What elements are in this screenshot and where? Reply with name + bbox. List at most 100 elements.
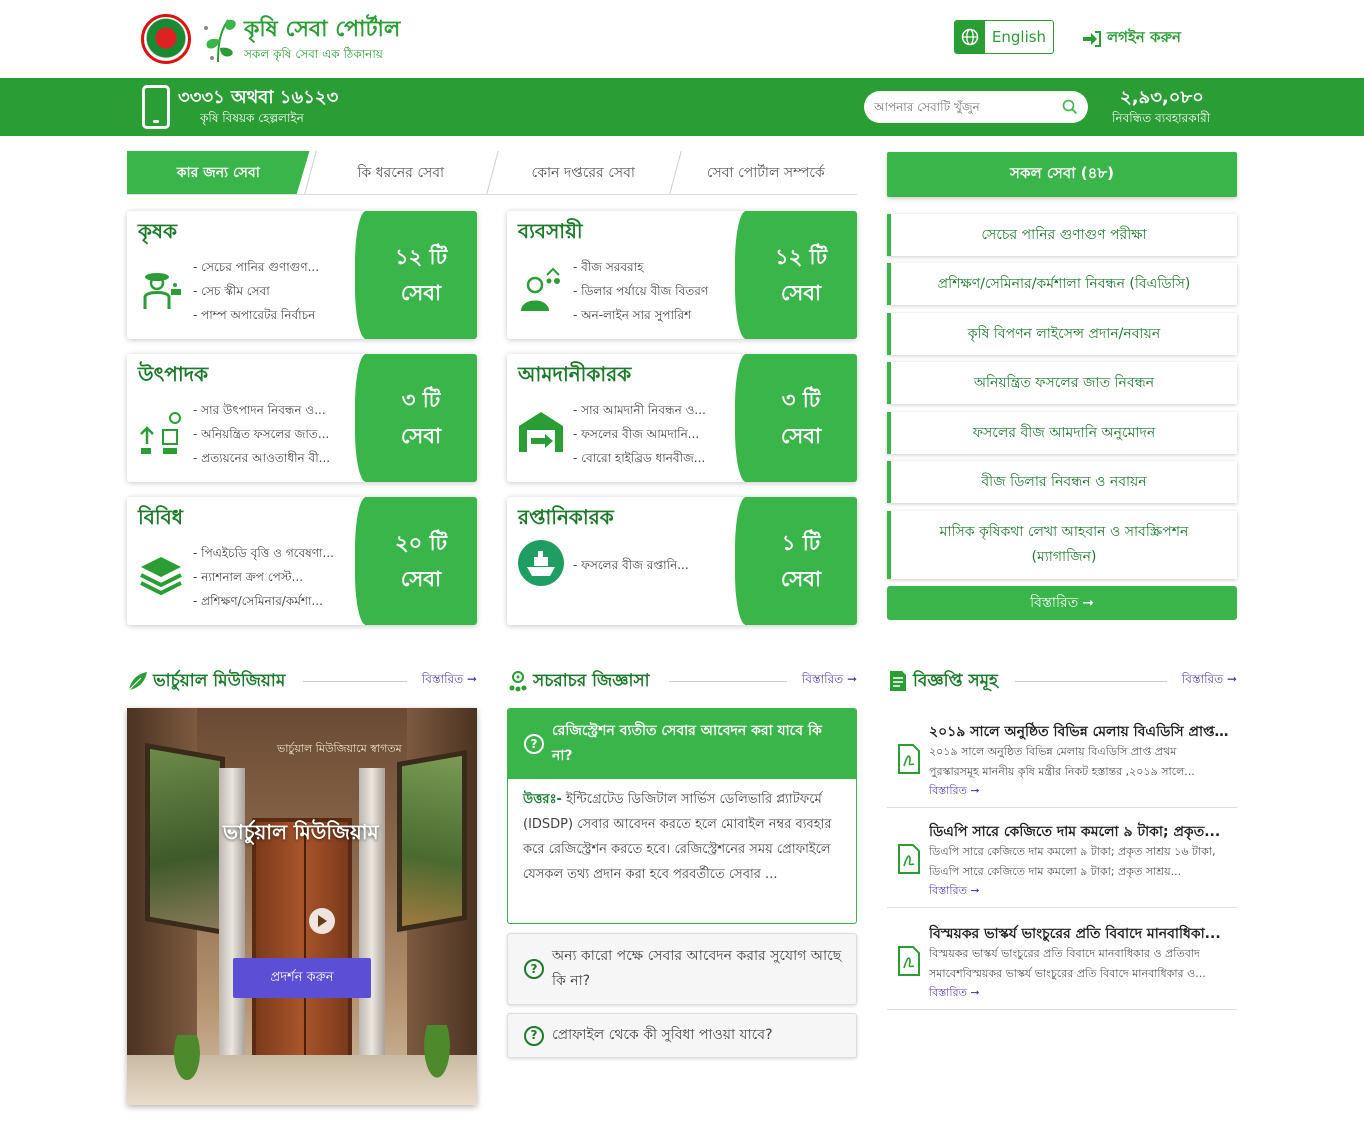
section-more-link[interactable]: বিস্তারিত ➞ bbox=[802, 671, 857, 691]
section-divider bbox=[303, 681, 407, 682]
list-item[interactable]: অনিয়ন্ত্রিত ফসলের জাত... bbox=[193, 422, 363, 446]
category-card-farmer[interactable]: কৃষক সেচের পানির গুণাগুণ... সেচ স্কীম সে… bbox=[127, 211, 477, 339]
section-more-link[interactable]: বিস্তারিত ➞ bbox=[1182, 671, 1237, 691]
notice-more-link[interactable]: বিস্তারিত ➞ bbox=[929, 882, 980, 901]
faq-item[interactable]: ? অন্য কারো পক্ষে সেবার আবেদন করার সুযোগ… bbox=[507, 933, 857, 1005]
notice-title[interactable]: ২০১৯ সালে অনুষ্ঠিত বিভিন্ন মেলায় বিএডিস… bbox=[929, 720, 1229, 744]
list-item[interactable]: সেচের পানির গুণাগুণ... bbox=[193, 255, 363, 279]
service-unit: সেবা bbox=[780, 281, 822, 305]
tab-service-type[interactable]: কি ধরনের সেবা bbox=[309, 151, 492, 194]
layers-icon bbox=[140, 557, 182, 596]
service-count-badge[interactable]: ১২ টি সেবা bbox=[355, 211, 477, 339]
all-services-header[interactable]: সকল সেবা (৪৮) bbox=[887, 152, 1237, 197]
site-title[interactable]: কৃষি সেবা পোর্টাল bbox=[244, 12, 400, 49]
question-icon: ? bbox=[524, 1025, 544, 1046]
faq-people-icon bbox=[509, 671, 527, 692]
list-item[interactable]: ডিলার পর্যায়ে বীজ বিতরণ bbox=[573, 279, 743, 303]
category-card-producer[interactable]: উৎপাদক সার উৎপাদন নিবন্ধন ও... অনিয়ন্ত্… bbox=[127, 354, 477, 482]
more-label: বিস্তারিত bbox=[1030, 595, 1079, 611]
tab-about-portal[interactable]: সেবা পোর্টাল সম্পর্কে bbox=[674, 151, 857, 194]
museum-door bbox=[252, 818, 352, 1068]
category-items: পিএইচডি বৃত্তি ও গবেষণা... ন্যাশনাল ক্রপ… bbox=[193, 541, 363, 613]
list-item[interactable]: সার উৎপাদন নিবন্ধন ও... bbox=[193, 398, 363, 422]
language-button[interactable]: English bbox=[954, 20, 1054, 54]
question-icon: ? bbox=[524, 734, 544, 754]
notice-item[interactable]: ২০১৯ সালে অনুষ্ঠিত বিভিন্ন মেলায় বিএডিস… bbox=[887, 710, 1237, 808]
service-item[interactable]: মাসিক কৃষিকথা লেখা আহবান ও সাবস্ক্রিপশন … bbox=[887, 511, 1237, 579]
list-item[interactable]: অন-লাইন সার সুপারিশ bbox=[573, 303, 743, 327]
notice-item[interactable]: বিস্ময়কর ভাস্কর্য ভাংচুরের প্রতি বিবাদে… bbox=[887, 912, 1237, 1010]
museum-painting bbox=[145, 742, 225, 936]
search-icon[interactable] bbox=[1062, 99, 1078, 115]
question-icon: ? bbox=[524, 959, 544, 979]
plant-icon bbox=[417, 1025, 457, 1095]
services-more-button[interactable]: বিস্তারিত ➞ bbox=[887, 586, 1237, 620]
service-item[interactable]: ফসলের বীজ আমদানি অনুমোদন bbox=[887, 412, 1237, 454]
faq-item[interactable]: ? প্রোফাইল থেকে কী সুবিধা পাওয়া যাবে? bbox=[507, 1013, 857, 1058]
service-count-badge[interactable]: ১ টি সেবা bbox=[735, 497, 857, 625]
service-count: ১ টি bbox=[781, 531, 821, 555]
faq-question-text: প্রোফাইল থেকে কী সুবিধা পাওয়া যাবে? bbox=[552, 1027, 773, 1043]
service-unit: সেবা bbox=[780, 567, 822, 591]
service-item[interactable]: সেচের পানির গুণাগুণ পরীক্ষা bbox=[887, 214, 1237, 256]
service-count-badge[interactable]: ৩ টি সেবা bbox=[355, 354, 477, 482]
govt-logo[interactable] bbox=[141, 14, 191, 64]
answer-label: উত্তরঃ- bbox=[523, 792, 562, 807]
section-divider bbox=[669, 681, 787, 682]
tab-department[interactable]: কোন দপ্তরের সেবা bbox=[492, 151, 675, 194]
category-card-exporter[interactable]: রপ্তানিকারক ফসলের বীজ রপ্তানি... ১ টি সেব… bbox=[507, 497, 857, 625]
category-items: সার আমদানী নিবন্ধন ও... ফসলের বীজ আমদানি… bbox=[573, 398, 743, 470]
list-item[interactable]: বোরো হাইব্রিড ধানবীজ... bbox=[573, 446, 743, 470]
service-count: ১২ টি bbox=[394, 245, 448, 269]
category-card-importer[interactable]: আমদানীকারক সার আমদানী নিবন্ধন ও... ফসলের… bbox=[507, 354, 857, 482]
leaf-icon bbox=[128, 672, 147, 691]
service-item[interactable]: কৃষি বিপণন লাইসেন্স প্রদান/নবায়ন bbox=[887, 313, 1237, 355]
play-icon[interactable] bbox=[309, 908, 335, 934]
notice-more-link[interactable]: বিস্তারিত ➞ bbox=[929, 984, 980, 1003]
section-more-link[interactable]: বিস্তারিত ➞ bbox=[422, 671, 477, 691]
notice-item[interactable]: ডিএপি সারে কেজিতে দাম কমলো ৯ টাকা; প্রকৃ… bbox=[887, 810, 1237, 908]
service-unit: সেবা bbox=[400, 567, 442, 591]
list-item[interactable]: ফসলের বীজ রপ্তানি... bbox=[573, 553, 743, 577]
service-item[interactable]: বীজ ডিলার নিবন্ধন ও নবায়ন bbox=[887, 461, 1237, 503]
service-count-badge[interactable]: ১২ টি সেবা bbox=[735, 211, 857, 339]
list-item[interactable]: সার আমদানী নিবন্ধন ও... bbox=[573, 398, 743, 422]
language-label: English bbox=[991, 28, 1047, 46]
info-bar: ৩৩৩১ অথবা ১৬১২৩ কৃষি বিষয়ক হেল্পলাইন ২,… bbox=[0, 78, 1364, 136]
list-item[interactable]: ফসলের বীজ আমদানি... bbox=[573, 422, 743, 446]
list-item[interactable]: পিএইচডি বৃত্তি ও গবেষণা... bbox=[193, 541, 363, 565]
virtual-museum-banner[interactable]: ভার্চুয়াল মিউজিয়ামে স্বাগতম ভার্চুয়াল… bbox=[127, 708, 477, 1105]
service-item[interactable]: প্রশিক্ষণ/সেমিনার/কর্মশালা নিবন্ধন (বিএড… bbox=[887, 263, 1237, 305]
category-card-misc[interactable]: বিবিধ পিএইচডি বৃত্তি ও গবেষণা... ন্যাশনা… bbox=[127, 497, 477, 625]
museum-column bbox=[219, 768, 245, 1068]
search-input[interactable] bbox=[874, 100, 1062, 114]
category-title: ব্যবসায়ী bbox=[518, 219, 583, 243]
pdf-icon bbox=[898, 744, 920, 774]
list-item[interactable]: বীজ সরবরাহ bbox=[573, 255, 743, 279]
document-icon bbox=[890, 671, 906, 691]
faq-question[interactable]: ? রেজিস্ট্রেশন ব্যতীত সেবার আবেদন করা যা… bbox=[508, 709, 856, 779]
search-box[interactable] bbox=[864, 91, 1088, 123]
list-item[interactable]: প্রত্যয়নের আওতাধীন বী... bbox=[193, 446, 363, 470]
list-item[interactable]: ন্যাশনাল ক্রপ পেস্ট... bbox=[193, 565, 363, 589]
list-item[interactable]: প্রশিক্ষণ/সেমিনার/কর্মশা... bbox=[193, 589, 363, 613]
sign-in-icon bbox=[1083, 30, 1101, 47]
notice-title[interactable]: ডিএপি সারে কেজিতে দাম কমলো ৯ টাকা; প্রকৃ… bbox=[929, 820, 1229, 844]
list-item[interactable]: সেচ স্কীম সেবা bbox=[193, 279, 363, 303]
service-count-badge[interactable]: ৩ টি সেবা bbox=[735, 354, 857, 482]
service-count: ১২ টি bbox=[774, 245, 828, 269]
museum-show-button[interactable]: প্রদর্শন করুন bbox=[233, 958, 371, 998]
login-link[interactable]: লগইন করুন bbox=[1082, 26, 1181, 51]
service-item[interactable]: অনিয়ন্ত্রিত ফসলের জাত নিবন্ধন bbox=[887, 362, 1237, 404]
notice-more-link[interactable]: বিস্তারিত ➞ bbox=[929, 782, 980, 801]
section-title: ভার্চুয়াল মিউজিয়াম bbox=[153, 671, 286, 691]
faq-item-open[interactable]: ? রেজিস্ট্রেশন ব্যতীত সেবার আবেদন করা যা… bbox=[507, 708, 857, 924]
notice-title[interactable]: বিস্ময়কর ভাস্কর্য ভাংচুরের প্রতি বিবাদে… bbox=[929, 922, 1229, 946]
list-item[interactable]: পাম্প অপারেটর নির্বাচন bbox=[193, 303, 363, 327]
tab-for-whom[interactable]: কার জন্য সেবা bbox=[127, 151, 310, 194]
category-title: কৃষক bbox=[138, 219, 178, 243]
category-card-trader[interactable]: ব্যবসায়ী বীজ সরবরাহ ডিলার পর্যায়ে বীজ … bbox=[507, 211, 857, 339]
service-count-badge[interactable]: ২০ টি সেবা bbox=[355, 497, 477, 625]
answer-text: ইন্টিগ্রেটেড ডিজিটাল সার্ভিস ডেলিভারি প্… bbox=[523, 792, 832, 882]
service-count: ৩ টি bbox=[401, 388, 441, 412]
